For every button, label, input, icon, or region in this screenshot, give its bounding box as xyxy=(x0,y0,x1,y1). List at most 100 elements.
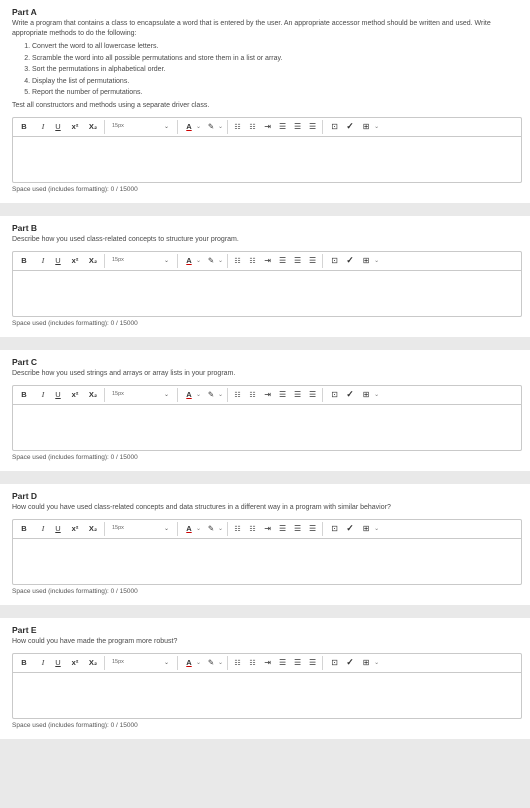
chevron-down-icon[interactable]: ⌄ xyxy=(374,123,379,130)
bullet-list-icon[interactable]: ☷ xyxy=(232,522,243,536)
chevron-down-icon[interactable]: ⌄ xyxy=(196,659,201,666)
insert-image-icon[interactable]: ⊡ xyxy=(329,120,340,134)
align-center-icon[interactable]: ☰ xyxy=(292,388,303,402)
subscript-button[interactable]: X₂ xyxy=(86,656,100,670)
chevron-down-icon[interactable]: ⌄ xyxy=(218,525,223,532)
italic-button[interactable]: I xyxy=(39,388,47,402)
numbered-list-icon[interactable]: ☷ xyxy=(247,388,258,402)
bullet-list-icon[interactable]: ☷ xyxy=(232,656,243,670)
text-color-button[interactable]: A xyxy=(184,656,194,670)
italic-button[interactable]: I xyxy=(39,522,47,536)
insert-table-icon[interactable]: ⊞ xyxy=(360,120,372,134)
underline-button[interactable]: U xyxy=(54,388,62,402)
italic-button[interactable]: I xyxy=(39,120,47,134)
chevron-down-icon[interactable]: ⌄ xyxy=(196,257,201,264)
align-center-icon[interactable]: ☰ xyxy=(292,522,303,536)
font-size-select[interactable]: 15px ⌄ xyxy=(109,525,173,532)
chevron-down-icon[interactable]: ⌄ xyxy=(218,659,223,666)
highlight-icon[interactable]: ✎ xyxy=(206,522,216,536)
align-left-icon[interactable]: ☰ xyxy=(277,522,288,536)
align-left-icon[interactable]: ☰ xyxy=(277,120,288,134)
insert-image-icon[interactable]: ⊡ xyxy=(329,388,340,402)
superscript-button[interactable]: x² xyxy=(68,120,82,134)
font-size-select[interactable]: 15px ⌄ xyxy=(109,391,173,398)
bold-button[interactable]: B xyxy=(20,656,28,670)
underline-button[interactable]: U xyxy=(54,120,62,134)
spellcheck-icon[interactable]: ✓ xyxy=(344,522,356,536)
bold-button[interactable]: B xyxy=(20,254,28,268)
indent-icon[interactable]: ⇥ xyxy=(262,388,273,402)
numbered-list-icon[interactable]: ☷ xyxy=(247,656,258,670)
spellcheck-icon[interactable]: ✓ xyxy=(344,656,356,670)
superscript-button[interactable]: x² xyxy=(68,656,82,670)
highlight-icon[interactable]: ✎ xyxy=(206,656,216,670)
highlight-icon[interactable]: ✎ xyxy=(206,388,216,402)
chevron-down-icon[interactable]: ⌄ xyxy=(196,123,201,130)
spellcheck-icon[interactable]: ✓ xyxy=(344,388,356,402)
font-size-select[interactable]: 15px ⌄ xyxy=(109,257,173,264)
insert-table-icon[interactable]: ⊞ xyxy=(360,254,372,268)
align-left-icon[interactable]: ☰ xyxy=(277,388,288,402)
font-size-select[interactable]: 15px ⌄ xyxy=(109,659,173,666)
numbered-list-icon[interactable]: ☷ xyxy=(247,522,258,536)
text-color-button[interactable]: A xyxy=(184,120,194,134)
chevron-down-icon[interactable]: ⌄ xyxy=(218,257,223,264)
subscript-button[interactable]: X₂ xyxy=(86,254,100,268)
underline-button[interactable]: U xyxy=(54,522,62,536)
bullet-list-icon[interactable]: ☷ xyxy=(232,254,243,268)
numbered-list-icon[interactable]: ☷ xyxy=(247,120,258,134)
chevron-down-icon[interactable]: ⌄ xyxy=(374,257,379,264)
insert-table-icon[interactable]: ⊞ xyxy=(360,388,372,402)
align-right-icon[interactable]: ☰ xyxy=(307,120,318,134)
underline-button[interactable]: U xyxy=(54,254,62,268)
chevron-down-icon[interactable]: ⌄ xyxy=(196,525,201,532)
align-center-icon[interactable]: ☰ xyxy=(292,120,303,134)
insert-table-icon[interactable]: ⊞ xyxy=(360,522,372,536)
align-center-icon[interactable]: ☰ xyxy=(292,254,303,268)
font-size-select[interactable]: 15px ⌄ xyxy=(109,123,173,130)
indent-icon[interactable]: ⇥ xyxy=(262,656,273,670)
indent-icon[interactable]: ⇥ xyxy=(262,522,273,536)
chevron-down-icon[interactable]: ⌄ xyxy=(374,659,379,666)
answer-input[interactable] xyxy=(13,539,521,584)
bold-button[interactable]: B xyxy=(20,388,28,402)
superscript-button[interactable]: x² xyxy=(68,522,82,536)
answer-input[interactable] xyxy=(13,137,521,182)
indent-icon[interactable]: ⇥ xyxy=(262,254,273,268)
align-left-icon[interactable]: ☰ xyxy=(277,254,288,268)
spellcheck-icon[interactable]: ✓ xyxy=(344,254,356,268)
chevron-down-icon[interactable]: ⌄ xyxy=(218,123,223,130)
chevron-down-icon[interactable]: ⌄ xyxy=(218,391,223,398)
highlight-icon[interactable]: ✎ xyxy=(206,254,216,268)
indent-icon[interactable]: ⇥ xyxy=(262,120,273,134)
chevron-down-icon[interactable]: ⌄ xyxy=(374,391,379,398)
superscript-button[interactable]: x² xyxy=(68,388,82,402)
subscript-button[interactable]: X₂ xyxy=(86,522,100,536)
align-right-icon[interactable]: ☰ xyxy=(307,388,318,402)
italic-button[interactable]: I xyxy=(39,656,47,670)
align-right-icon[interactable]: ☰ xyxy=(307,656,318,670)
insert-table-icon[interactable]: ⊞ xyxy=(360,656,372,670)
align-right-icon[interactable]: ☰ xyxy=(307,522,318,536)
text-color-button[interactable]: A xyxy=(184,388,194,402)
text-color-button[interactable]: A xyxy=(184,522,194,536)
align-right-icon[interactable]: ☰ xyxy=(307,254,318,268)
bullet-list-icon[interactable]: ☷ xyxy=(232,120,243,134)
bullet-list-icon[interactable]: ☷ xyxy=(232,388,243,402)
subscript-button[interactable]: X₂ xyxy=(86,120,100,134)
insert-image-icon[interactable]: ⊡ xyxy=(329,522,340,536)
superscript-button[interactable]: x² xyxy=(68,254,82,268)
answer-input[interactable] xyxy=(13,673,521,718)
highlight-icon[interactable]: ✎ xyxy=(206,120,216,134)
align-center-icon[interactable]: ☰ xyxy=(292,656,303,670)
italic-button[interactable]: I xyxy=(39,254,47,268)
insert-image-icon[interactable]: ⊡ xyxy=(329,656,340,670)
text-color-button[interactable]: A xyxy=(184,254,194,268)
chevron-down-icon[interactable]: ⌄ xyxy=(374,525,379,532)
answer-input[interactable] xyxy=(13,405,521,450)
bold-button[interactable]: B xyxy=(20,120,28,134)
subscript-button[interactable]: X₂ xyxy=(86,388,100,402)
insert-image-icon[interactable]: ⊡ xyxy=(329,254,340,268)
numbered-list-icon[interactable]: ☷ xyxy=(247,254,258,268)
underline-button[interactable]: U xyxy=(54,656,62,670)
